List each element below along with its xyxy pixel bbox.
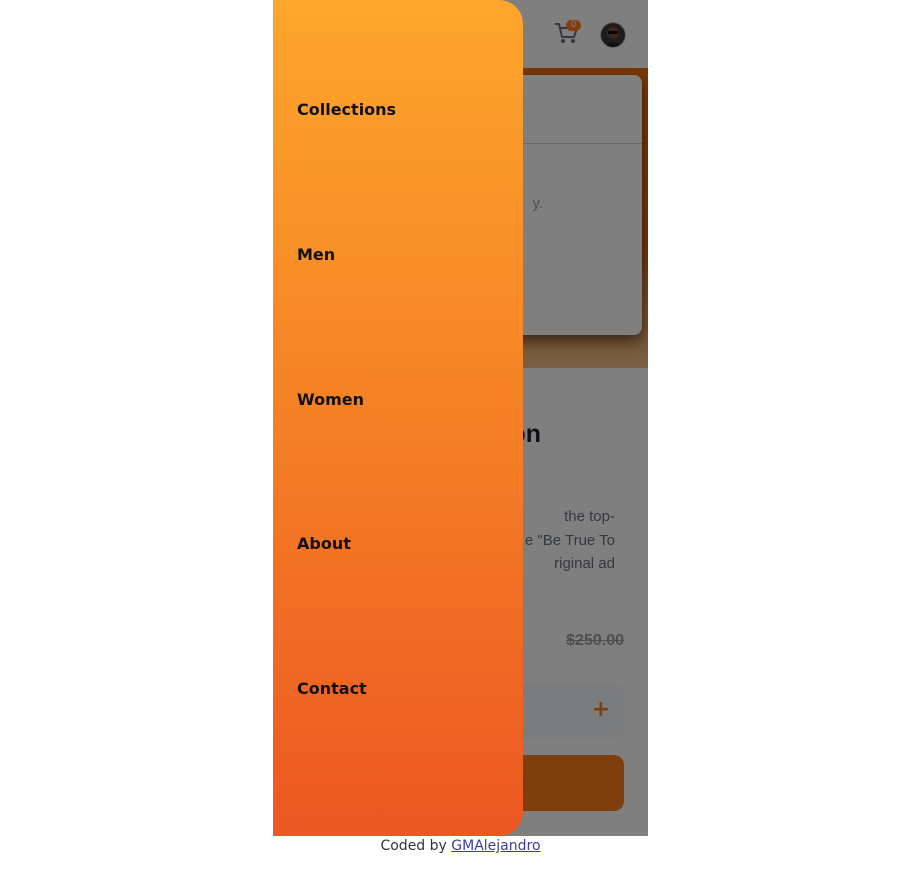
nav-item-about[interactable]: About — [297, 534, 351, 553]
attribution-footer: Coded by GMAlejandro — [0, 836, 921, 856]
author-link[interactable]: GMAlejandro — [451, 838, 540, 854]
nav-item-men[interactable]: Men — [297, 245, 335, 264]
nav-item-collections[interactable]: Collections — [297, 100, 396, 119]
app-frame: 0 y. on the top- e "Be True To riginal a… — [273, 0, 648, 836]
nav-item-women[interactable]: Women — [297, 390, 364, 409]
attribution-prefix: Coded by — [380, 838, 452, 854]
nav-drawer: Collections Men Women About Contact — [273, 0, 523, 836]
nav-item-contact[interactable]: Contact — [297, 679, 367, 698]
